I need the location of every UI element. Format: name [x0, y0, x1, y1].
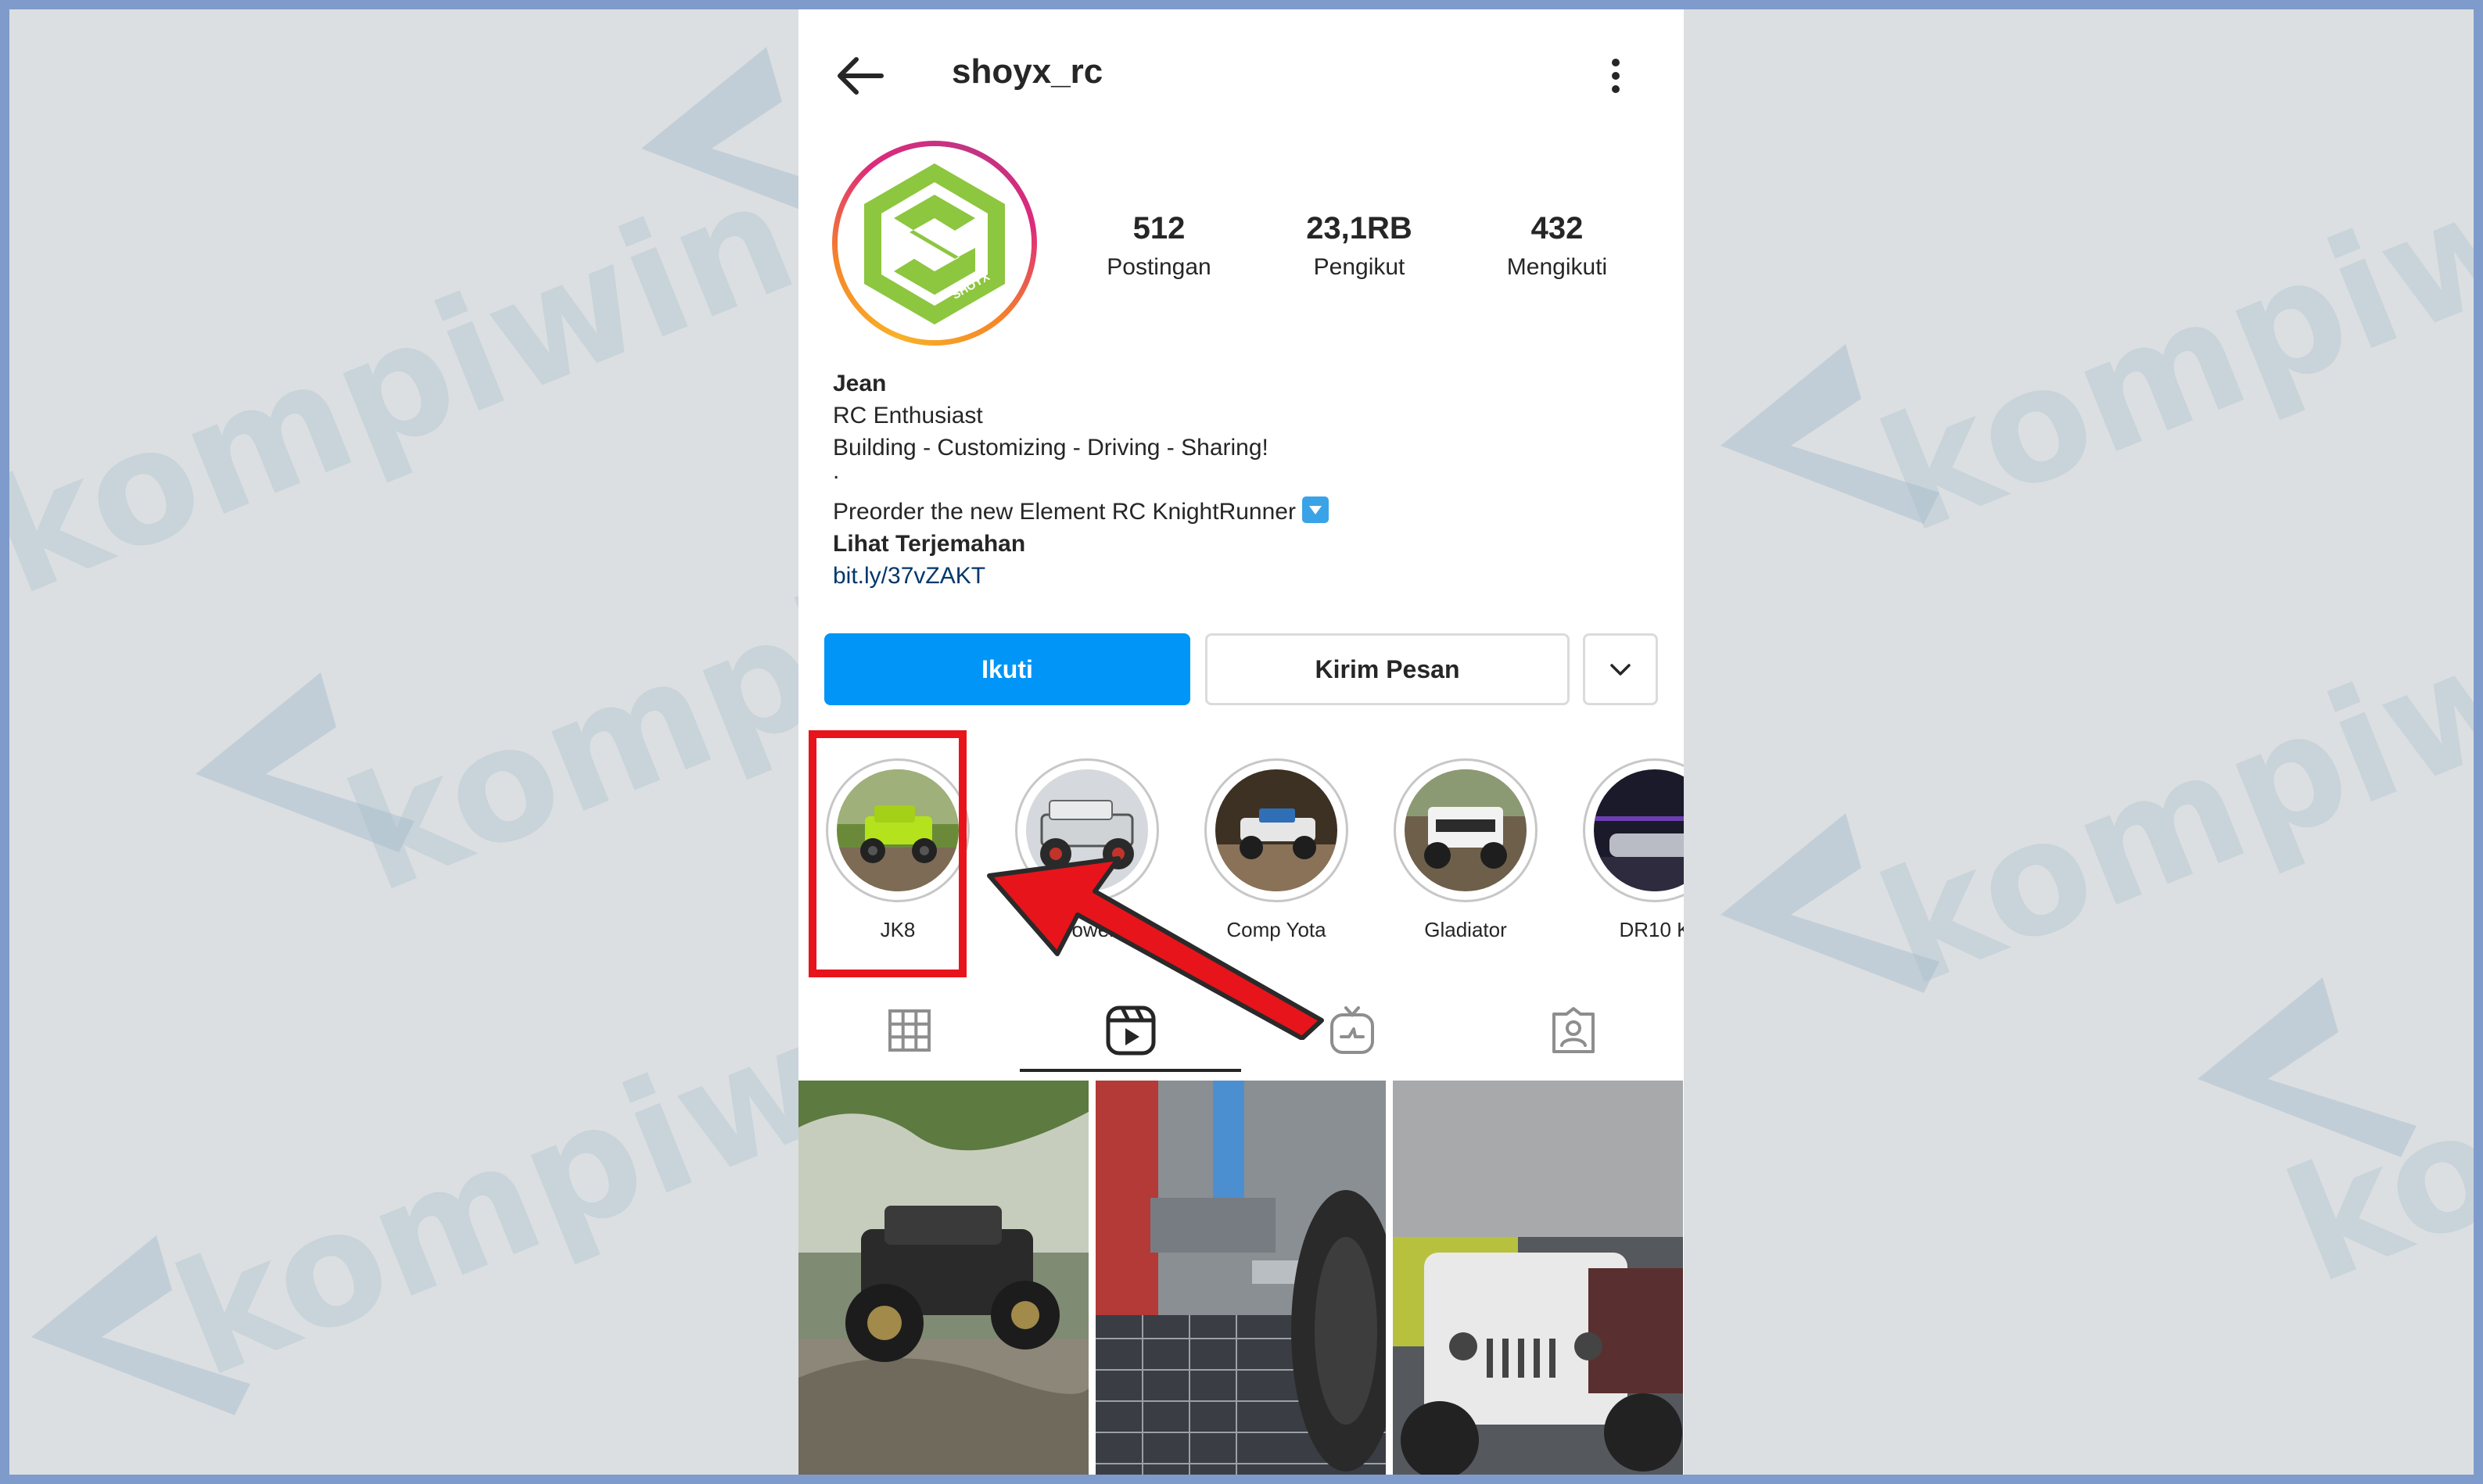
follow-button[interactable]: Ikuti — [824, 633, 1190, 705]
tagged-user-icon — [1552, 1007, 1595, 1053]
see-translation-link[interactable]: Lihat Terjemahan — [833, 528, 1654, 560]
stat-label: Pengikut — [1313, 254, 1405, 280]
post-thumbnail[interactable] — [1096, 1081, 1386, 1475]
bio-line: Preorder the new Element RC KnightRunner — [833, 496, 1654, 528]
watermark-logo-icon — [1721, 813, 1939, 993]
profile-avatar[interactable]: SHOYX — [832, 141, 1037, 346]
bio-line: . — [833, 458, 840, 484]
annotation-highlight-box — [809, 730, 967, 977]
watermark-logo-icon — [2198, 977, 2417, 1157]
active-tab-indicator — [1020, 1069, 1241, 1072]
highlight-label: DR10 K — [1619, 918, 1684, 941]
highlight-ring — [1583, 758, 1684, 902]
watermark-logo-icon — [196, 672, 414, 852]
bio-preorder-text: Preorder the new Element RC KnightRunner — [833, 499, 1296, 525]
highlight-gladiator[interactable]: Gladiator — [1387, 758, 1544, 946]
profile-username: shoyx_rc — [952, 52, 1103, 91]
highlight-thumbnail — [1405, 769, 1527, 891]
highlight-ring — [1394, 758, 1538, 902]
highlight-label: Gladiator — [1424, 918, 1507, 941]
bio-website-link[interactable]: bit.ly/37vZAKT — [833, 560, 1654, 592]
bio-line: RC Enthusiast — [833, 403, 983, 428]
watermark-logo-icon — [31, 1235, 250, 1415]
stat-label: Postingan — [1107, 254, 1211, 280]
stat-label: Mengikuti — [1506, 254, 1608, 280]
chevron-down-icon — [1610, 664, 1631, 676]
stat-value: 432 — [1530, 211, 1584, 246]
stat-value: 512 — [1132, 211, 1186, 246]
bio-line: Building - Customizing - Driving - Shari… — [833, 435, 1268, 461]
avatar-image: SHOYX — [838, 146, 1032, 340]
back-arrow-icon[interactable] — [833, 48, 888, 103]
more-options-icon[interactable] — [1604, 48, 1627, 103]
stat-followers[interactable]: 23,1RB Pengikut — [1281, 211, 1437, 281]
shoyx-logo-icon: SHOYX — [838, 146, 1032, 340]
watermark-logo-icon — [1721, 344, 1939, 524]
grid-icon — [888, 1009, 931, 1052]
profile-name: Jean — [833, 371, 887, 396]
profile-bio: Jean RC Enthusiast Building - Customizin… — [833, 367, 1654, 592]
suggested-accounts-button[interactable] — [1583, 633, 1658, 705]
highlight-thumbnail — [1594, 769, 1684, 891]
annotation-arrow-icon — [987, 856, 1324, 1040]
message-button[interactable]: Kirim Pesan — [1205, 633, 1570, 705]
post-thumbnail[interactable] — [1393, 1081, 1683, 1475]
igtv-icon — [1329, 1006, 1374, 1054]
top-bar: shoyx_rc — [798, 9, 1684, 127]
tab-tagged[interactable] — [1462, 987, 1684, 1074]
post-thumbnail[interactable] — [798, 1081, 1089, 1475]
down-arrow-emoji-icon — [1301, 496, 1329, 523]
stat-value: 23,1RB — [1306, 211, 1412, 246]
stat-posts[interactable]: 512 Postingan — [1081, 211, 1237, 281]
highlight-dr10[interactable]: DR10 K — [1577, 758, 1684, 946]
stat-following[interactable]: 432 Mengikuti — [1479, 211, 1635, 281]
